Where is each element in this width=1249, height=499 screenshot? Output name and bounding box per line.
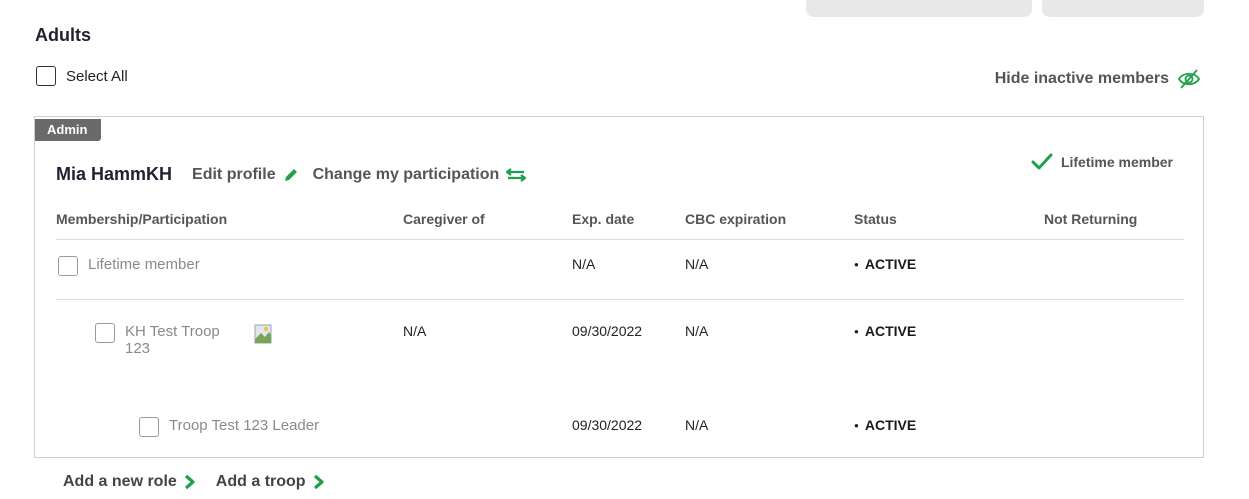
checkbox[interactable] xyxy=(36,66,56,86)
col-exp-date: Exp. date xyxy=(572,199,685,240)
cbc-cell: N/A xyxy=(685,417,709,433)
col-membership: Membership/Participation xyxy=(56,199,403,240)
caregiver-cell: N/A xyxy=(403,322,427,339)
hide-inactive-toggle[interactable]: Hide inactive members xyxy=(995,68,1201,90)
not-returning-cell xyxy=(1044,299,1184,394)
col-cbc-expiration: CBC expiration xyxy=(685,199,854,240)
membership-name: Troop Test 123 Leader xyxy=(169,417,320,434)
check-icon xyxy=(1031,153,1053,170)
top-tab-button-2[interactable] xyxy=(1042,0,1204,17)
swap-arrows-icon xyxy=(506,167,527,182)
chevron-right-icon xyxy=(184,474,195,490)
top-tab-button-1[interactable] xyxy=(806,0,1032,17)
edit-profile-link[interactable]: Edit profile xyxy=(192,166,299,184)
table-row: Troop Test 123 Leader 09/30/2022 N/A ACT… xyxy=(56,394,1184,456)
footer-actions: Add a new role Add a troop xyxy=(63,473,325,491)
cbc-cell: N/A xyxy=(685,322,709,339)
row-checkbox[interactable] xyxy=(58,255,78,276)
edit-profile-label: Edit profile xyxy=(192,165,276,183)
hide-inactive-label: Hide inactive members xyxy=(994,70,1169,87)
member-card: Admin Lifetime member Mia HammKH Edit pr… xyxy=(34,116,1204,458)
add-troop-link[interactable]: Add a troop xyxy=(216,473,325,491)
add-new-role-label: Add a new role xyxy=(63,473,177,490)
role-badge: Admin xyxy=(35,119,102,141)
add-troop-label: Add a troop xyxy=(215,473,306,490)
exp-date-cell: 09/30/2022 xyxy=(572,322,643,339)
caregiver-cell xyxy=(403,239,572,300)
cbc-cell: N/A xyxy=(685,239,854,300)
status-badge: ACTIVE xyxy=(854,256,916,272)
broken-image-icon xyxy=(254,324,272,343)
member-name: Mia HammKH xyxy=(56,164,173,184)
col-caregiver: Caregiver of xyxy=(403,199,572,240)
exp-date-cell: 09/30/2022 xyxy=(572,417,643,433)
col-not-returning: Not Returning xyxy=(1044,199,1184,240)
table-header-row: Membership/Participation Caregiver of Ex… xyxy=(56,199,1184,240)
select-all-label: Select All xyxy=(66,67,128,85)
pencil-icon xyxy=(284,168,297,181)
membership-name: KH Test Troop 123 xyxy=(125,322,220,357)
status-badge: ACTIVE xyxy=(854,323,916,339)
chevron-right-icon xyxy=(313,474,324,490)
change-participation-label: Change my participation xyxy=(312,165,500,183)
table-row: Lifetime member N/A N/A ACTIVE xyxy=(56,239,1184,300)
section-title: Adults xyxy=(35,25,91,45)
change-participation-link[interactable]: Change my participation xyxy=(313,166,527,184)
exp-date-cell: N/A xyxy=(572,239,685,300)
row-checkbox[interactable] xyxy=(139,417,159,437)
select-all-checkbox[interactable]: Select All xyxy=(36,66,128,86)
lifetime-member-label: Lifetime member xyxy=(1060,154,1173,170)
table-row: KH Test Troop 123 N/A 09/30/2022 N/A ACT… xyxy=(56,299,1184,394)
caregiver-cell xyxy=(403,394,572,456)
membership-name: Lifetime member xyxy=(88,255,200,273)
col-status: Status xyxy=(854,199,1044,240)
eye-slash-icon xyxy=(1177,69,1201,89)
lifetime-member-indicator: Lifetime member xyxy=(1031,153,1173,171)
add-new-role-link[interactable]: Add a new role xyxy=(63,473,196,491)
member-header: Mia HammKH Edit profile Change my partic… xyxy=(56,164,540,185)
row-checkbox[interactable] xyxy=(95,322,115,343)
status-badge: ACTIVE xyxy=(854,417,916,433)
not-returning-cell xyxy=(1044,394,1184,456)
membership-table: Membership/Participation Caregiver of Ex… xyxy=(56,199,1184,456)
not-returning-cell xyxy=(1044,239,1184,300)
